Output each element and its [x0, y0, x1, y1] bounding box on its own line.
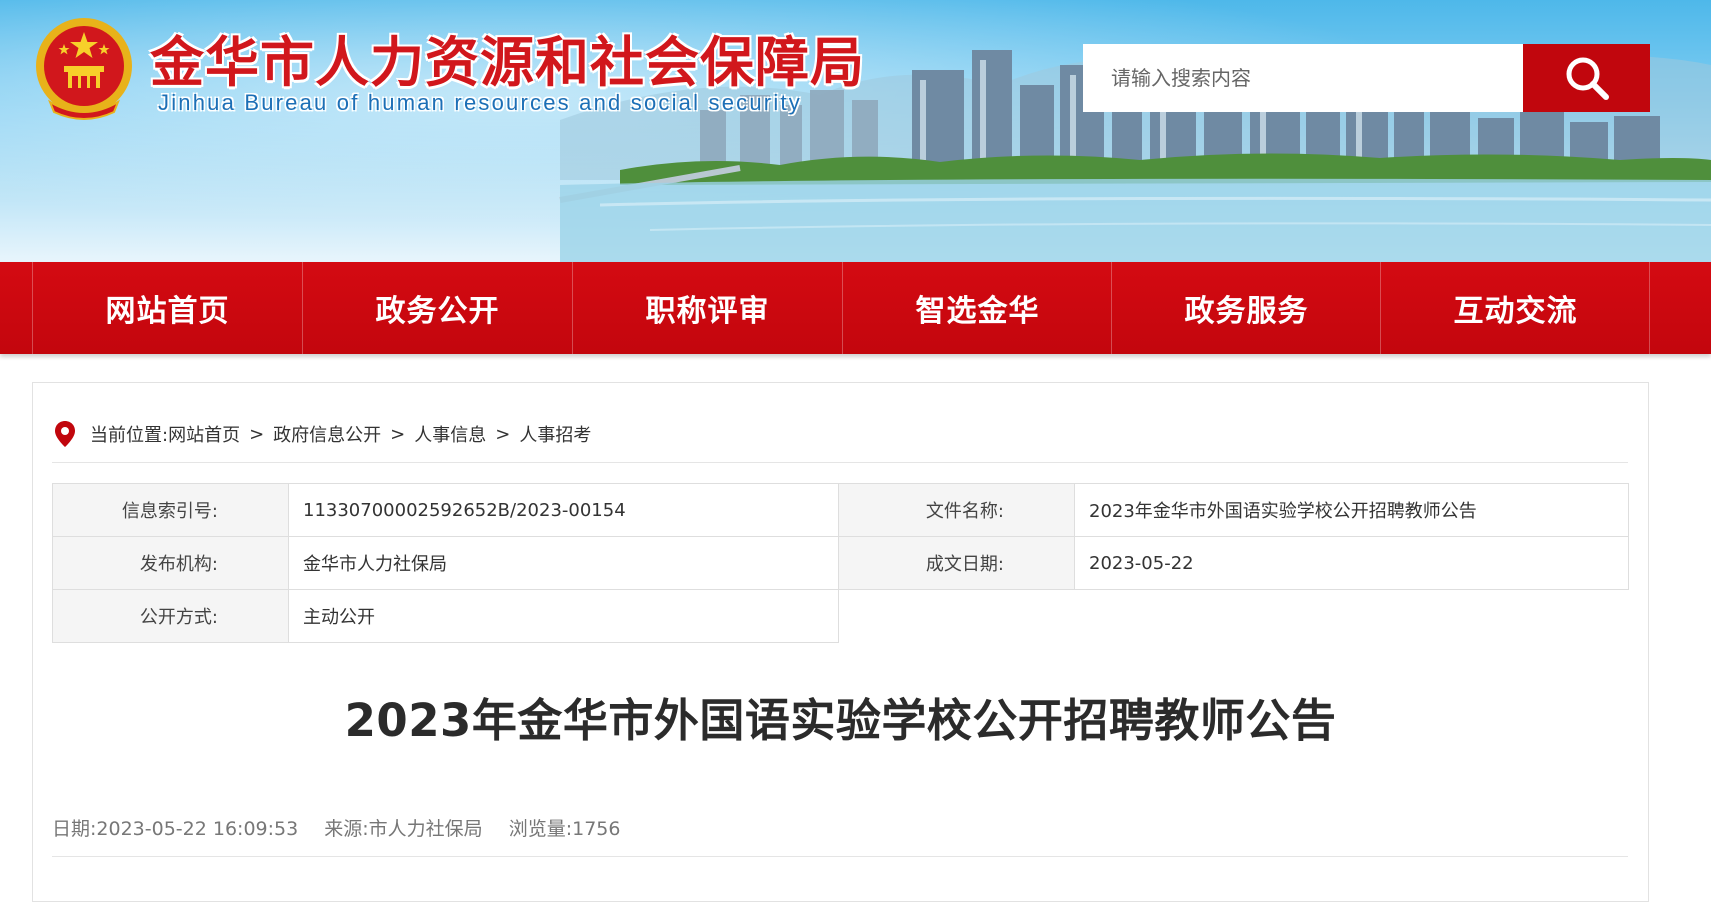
- breadcrumb-separator: >: [495, 423, 511, 445]
- article-date: 日期:2023-05-22 16:09:53: [52, 818, 299, 840]
- location-pin-icon: [54, 420, 76, 448]
- nav-item-smart-jinhua[interactable]: 智选金华: [842, 262, 1112, 354]
- table-row: 公开方式: 主动公开: [52, 589, 1629, 643]
- site-title: 金华市人力资源和社会保障局: [150, 30, 865, 94]
- nav-item-interaction[interactable]: 互动交流: [1380, 262, 1650, 354]
- publisher-label: 发布机构:: [52, 536, 289, 590]
- publisher-value: 金华市人力社保局: [288, 536, 839, 590]
- meta-divider: [52, 856, 1628, 857]
- article-views: 浏览量:1756: [508, 818, 621, 840]
- date-value: 2023-05-22: [1074, 536, 1629, 590]
- breadcrumb-prefix: 当前位置:: [90, 425, 169, 446]
- article-title: 2023年金华市外国语实验学校公开招聘教师公告: [344, 694, 1337, 747]
- empty-cell: [1074, 589, 1629, 643]
- info-table: 信息索引号: 11330700002592652B/2023-00154 文件名…: [52, 483, 1629, 643]
- search-input[interactable]: [1083, 44, 1523, 112]
- table-row: 信息索引号: 11330700002592652B/2023-00154 文件名…: [52, 483, 1629, 537]
- site-header: 金华市人力资源和社会保障局 Jinhua Bureau of human res…: [0, 0, 1711, 262]
- doc-name-label: 文件名称:: [838, 483, 1075, 537]
- search-icon: [1566, 57, 1609, 100]
- empty-cell: [838, 589, 1075, 643]
- breadcrumb-item-personnel-info[interactable]: 人事信息: [414, 421, 486, 447]
- breadcrumb: 当前位置: 网站首页 > 政府信息公开 > 人事信息 > 人事招考: [54, 418, 591, 450]
- site-subtitle: Jinhua Bureau of human resources and soc…: [158, 90, 802, 115]
- date-label: 成文日期:: [838, 536, 1075, 590]
- breadcrumb-separator: >: [390, 423, 406, 445]
- breadcrumb-separator: >: [249, 423, 265, 445]
- nav-divider: [1649, 262, 1650, 354]
- nav-item-title-review[interactable]: 职称评审: [572, 262, 842, 354]
- nav-item-home[interactable]: 网站首页: [32, 262, 302, 354]
- index-no-label: 信息索引号:: [52, 483, 289, 537]
- breadcrumb-item-home[interactable]: 网站首页: [168, 421, 240, 447]
- breadcrumb-item-gov-info[interactable]: 政府信息公开: [273, 421, 381, 447]
- main-nav: 网站首页 政务公开 职称评审 智选金华 政务服务 互动交流: [0, 262, 1711, 354]
- nav-item-government-services[interactable]: 政务服务: [1111, 262, 1381, 354]
- national-emblem-icon: [36, 18, 132, 120]
- disclosure-value: 主动公开: [288, 589, 839, 643]
- disclosure-label: 公开方式:: [52, 589, 289, 643]
- index-no-value: 11330700002592652B/2023-00154: [288, 483, 839, 537]
- doc-name-value: 2023年金华市外国语实验学校公开招聘教师公告: [1074, 483, 1629, 537]
- breadcrumb-divider: [52, 462, 1628, 463]
- breadcrumb-item-recruitment[interactable]: 人事招考: [519, 421, 591, 447]
- article-meta: 日期:2023-05-22 16:09:53 来源:市人力社保局 浏览量:175…: [52, 814, 640, 841]
- table-row: 发布机构: 金华市人力社保局 成文日期: 2023-05-22: [52, 536, 1629, 590]
- search-button[interactable]: [1523, 44, 1650, 112]
- article-source: 来源:市人力社保局: [324, 818, 483, 840]
- nav-item-government-affairs[interactable]: 政务公开: [302, 262, 572, 354]
